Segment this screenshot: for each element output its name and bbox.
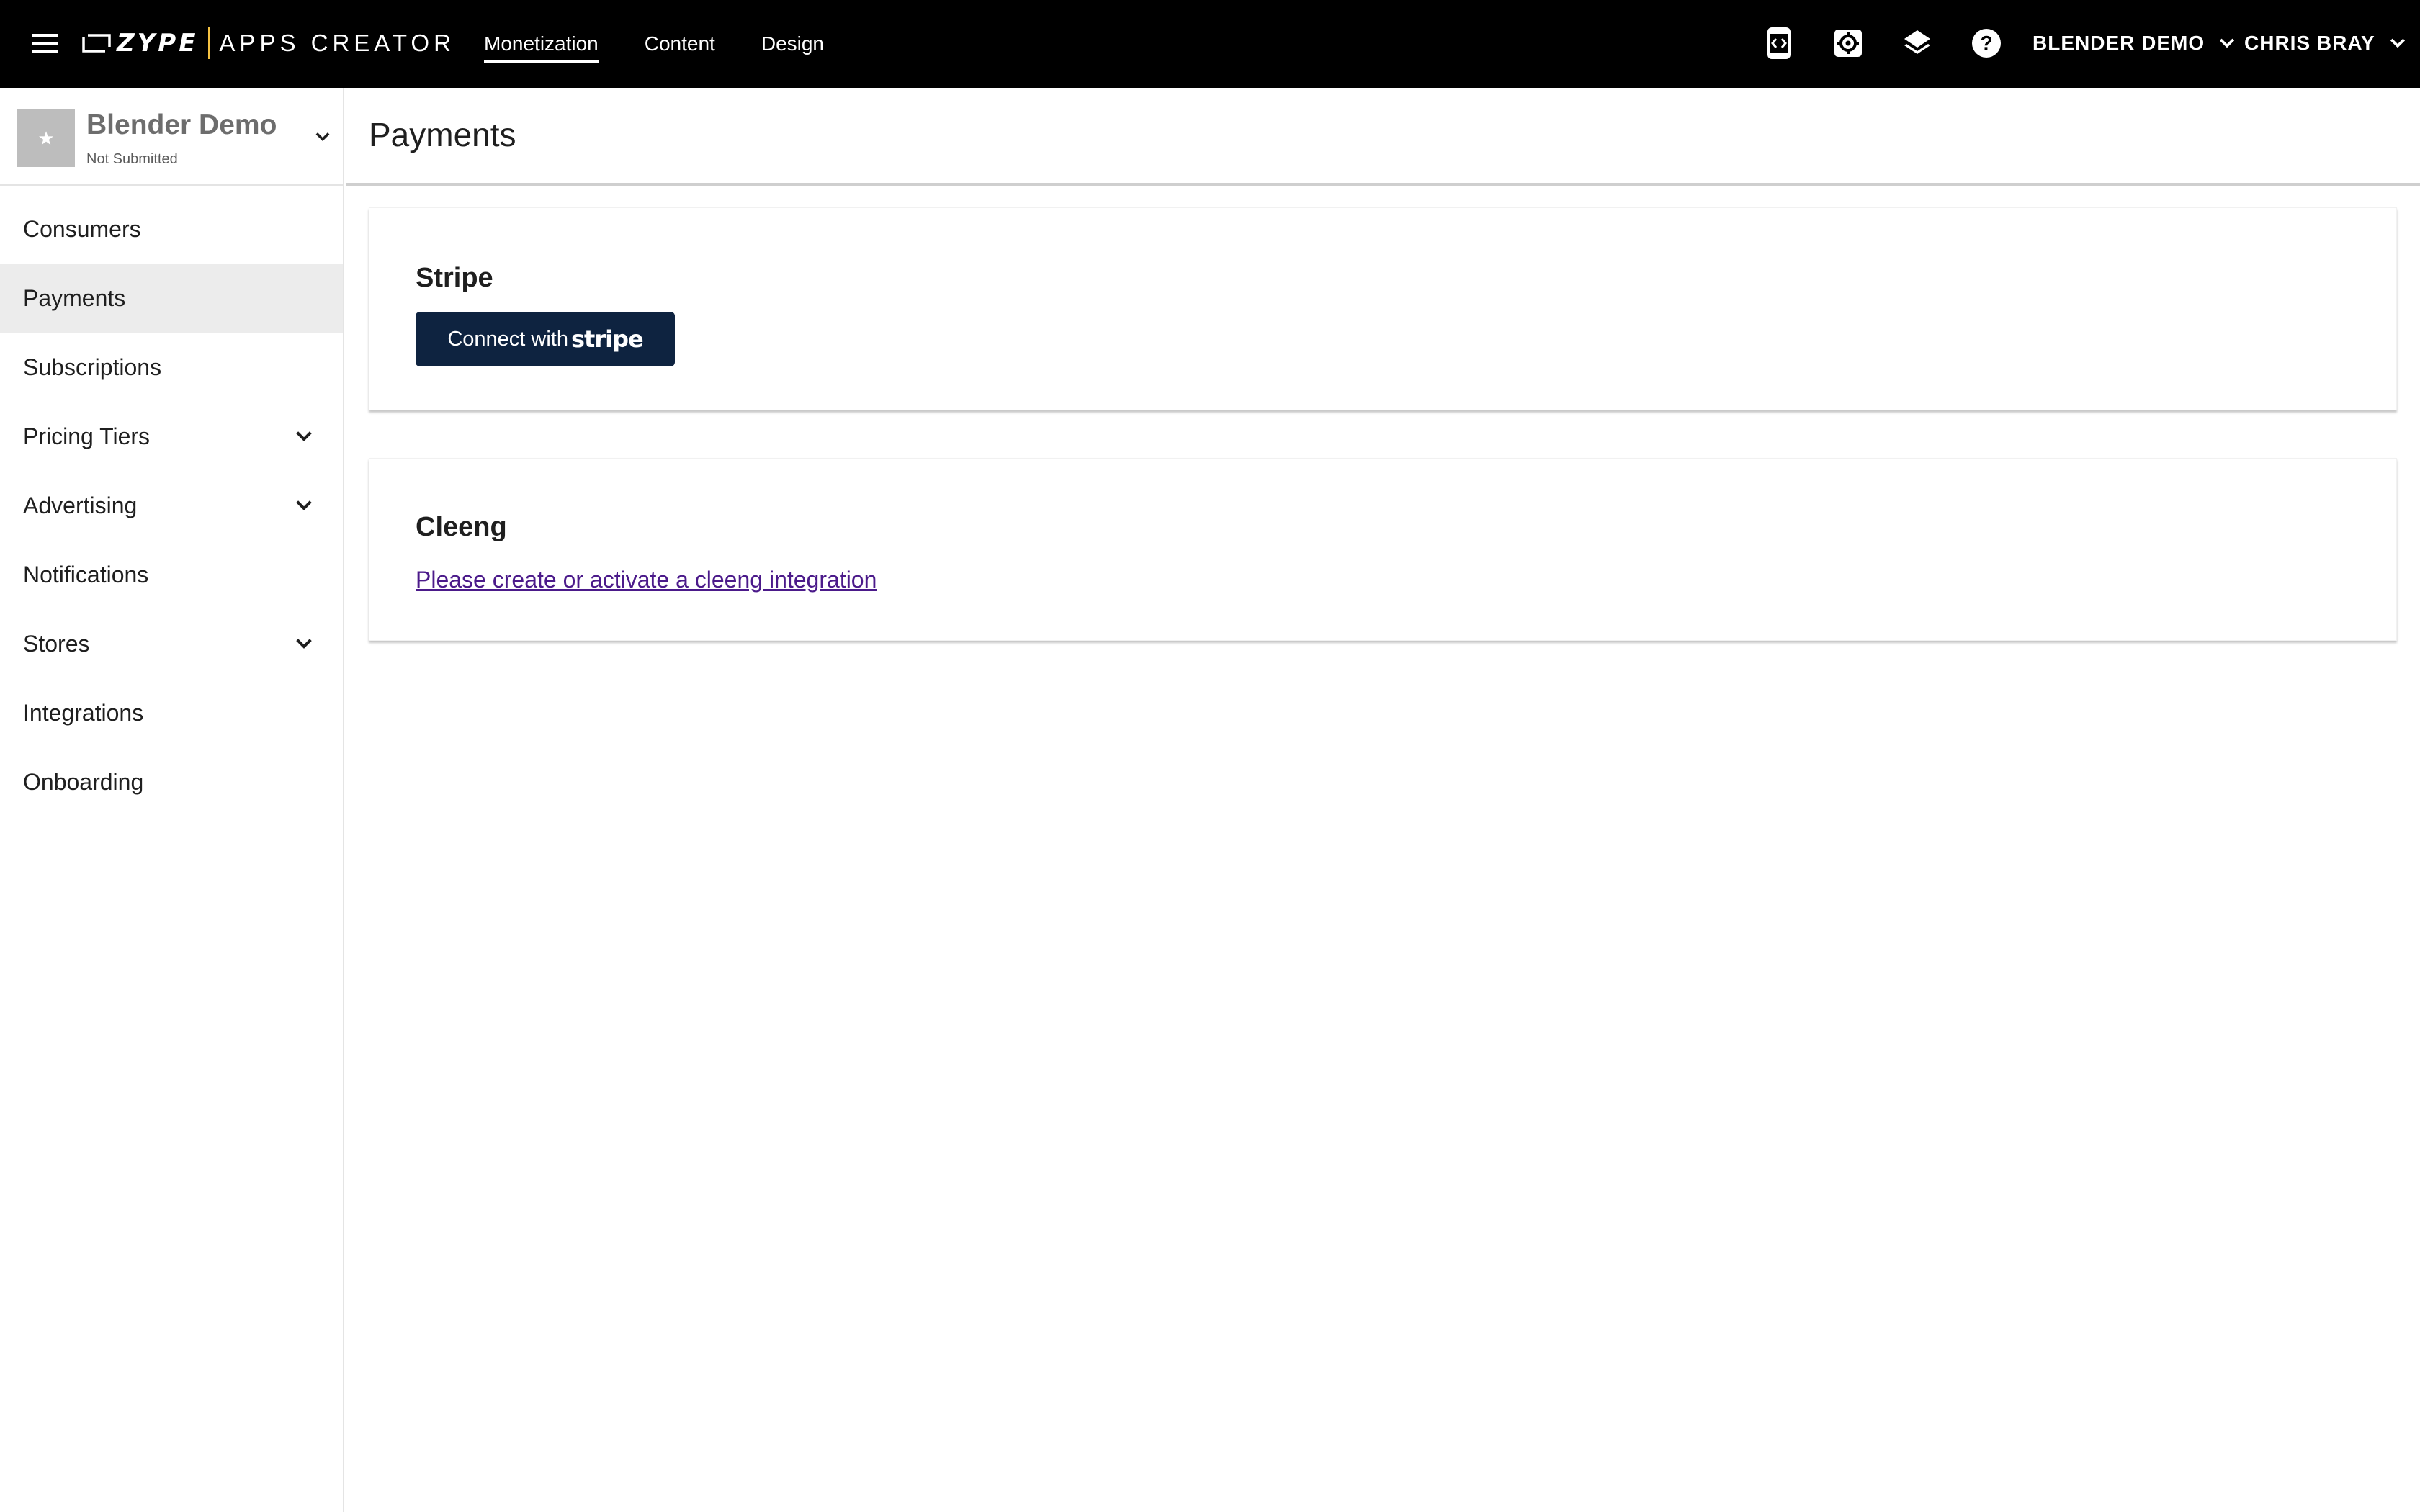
- brand-divider: [208, 27, 211, 59]
- user-menu[interactable]: CHRIS BRAY: [2244, 24, 2408, 62]
- app-name: Blender Demo: [86, 109, 277, 140]
- svg-text:?: ?: [1980, 32, 1992, 54]
- sidebar-item-label: Integrations: [23, 699, 144, 726]
- primary-nav: Monetization Content Design: [484, 0, 824, 88]
- cleeng-card-title: Cleeng: [416, 512, 507, 542]
- sidebar-item-label: Payments: [23, 284, 126, 311]
- sidebar-item-label: Stores: [23, 630, 90, 657]
- zype-logo-icon: [82, 34, 111, 53]
- sidebar-item-onboarding[interactable]: Onboarding: [0, 747, 343, 816]
- chevron-down-icon: [2390, 38, 2405, 48]
- sidebar-item-label: Advertising: [23, 492, 138, 518]
- account-switcher[interactable]: BLENDER DEMO: [2033, 24, 2238, 62]
- app-thumbnail: ★: [17, 109, 75, 167]
- brand-logo-text: ZYPE: [117, 29, 199, 58]
- cleeng-card: Cleeng Please create or activate a cleen…: [369, 458, 2397, 641]
- sidebar-item-notifications[interactable]: Notifications: [0, 540, 343, 609]
- account-label: BLENDER DEMO: [2033, 32, 2205, 54]
- app-selector[interactable]: ★ Blender Demo Not Submitted: [0, 88, 343, 186]
- nav-design[interactable]: Design: [761, 30, 824, 58]
- help-icon[interactable]: ?: [1968, 24, 2005, 62]
- chevron-down-icon: [296, 639, 312, 649]
- nav-content[interactable]: Content: [645, 30, 715, 58]
- connect-with-stripe-button[interactable]: Connect with stripe: [416, 312, 675, 366]
- page-title: Payments: [369, 116, 516, 153]
- sidebar-item-consumers[interactable]: Consumers: [0, 194, 343, 264]
- sidebar-item-label: Subscriptions: [23, 354, 162, 380]
- cleeng-integration-link[interactable]: Please create or activate a cleeng integ…: [416, 567, 877, 593]
- chevron-down-icon: [296, 500, 312, 510]
- stripe-button-label: Connect with: [447, 327, 568, 351]
- stripe-card-title: Stripe: [416, 263, 493, 293]
- sidebar-item-integrations[interactable]: Integrations: [0, 678, 343, 747]
- sidebar-item-label: Pricing Tiers: [23, 423, 151, 449]
- star-icon: ★: [37, 127, 55, 149]
- stripe-card: Stripe Connect with stripe: [369, 207, 2397, 410]
- chevron-down-icon: [296, 431, 312, 441]
- sidebar-item-subscriptions[interactable]: Subscriptions: [0, 333, 343, 402]
- app-preview-icon[interactable]: [1760, 24, 1798, 62]
- sidebar: ★ Blender Demo Not Submitted Consumers P…: [0, 88, 344, 1512]
- sidebar-item-label: Onboarding: [23, 768, 144, 795]
- sidebar-item-label: Notifications: [23, 561, 149, 588]
- hamburger-menu-icon[interactable]: [26, 24, 63, 62]
- stripe-logo-text: stripe: [570, 325, 644, 353]
- sidebar-item-advertising[interactable]: Advertising: [0, 471, 343, 540]
- main-content: Payments Stripe Connect with stripe Clee…: [346, 88, 2420, 1512]
- settings-icon[interactable]: [1829, 24, 1867, 62]
- top-bar: ZYPE APPS CREATOR Monetization Content D…: [0, 0, 2420, 88]
- chevron-down-icon: [2220, 38, 2235, 48]
- sidebar-item-pricing-tiers[interactable]: Pricing Tiers: [0, 402, 343, 471]
- user-label: CHRIS BRAY: [2244, 32, 2375, 54]
- sidebar-nav: Consumers Payments Subscriptions Pricing…: [0, 194, 343, 816]
- brand-logo[interactable]: ZYPE APPS CREATOR: [81, 24, 455, 62]
- layers-icon[interactable]: [1899, 24, 1936, 62]
- page-header: Payments: [346, 88, 2420, 186]
- sidebar-item-payments[interactable]: Payments: [0, 264, 343, 333]
- chevron-down-icon[interactable]: [310, 124, 336, 150]
- nav-monetization[interactable]: Monetization: [484, 30, 599, 63]
- app-status: Not Submitted: [86, 151, 178, 167]
- sidebar-item-label: Consumers: [23, 215, 141, 242]
- brand-product-text: APPS CREATOR: [219, 30, 455, 56]
- sidebar-item-stores[interactable]: Stores: [0, 609, 343, 678]
